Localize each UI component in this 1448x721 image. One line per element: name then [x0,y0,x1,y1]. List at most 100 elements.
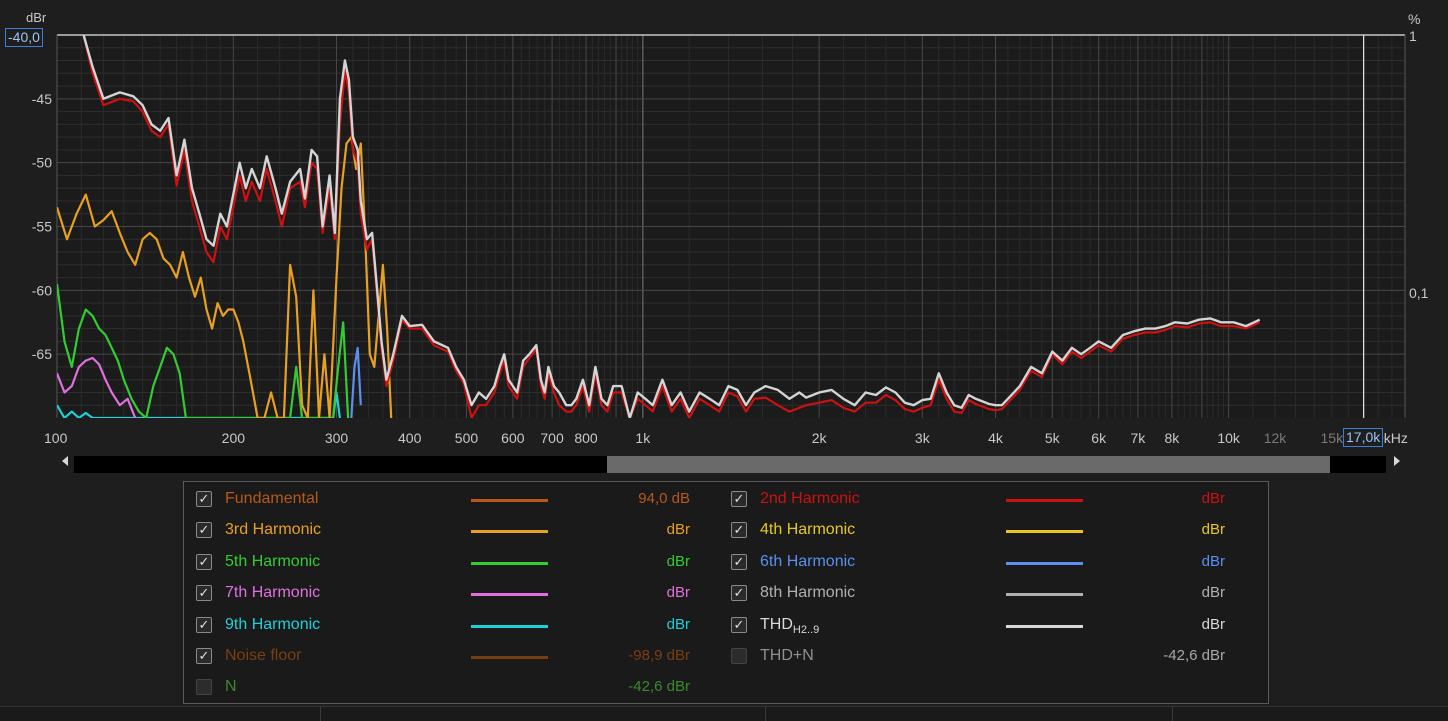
legend-value: -42,6 dBr [628,678,690,695]
y-max-value-box[interactable]: -40,0 [5,28,43,47]
legend-label: Noise floor [225,647,302,664]
legend-checkbox[interactable]: ✓ [196,679,212,695]
legend-checkbox[interactable]: ✓ [196,648,212,664]
x-tick-label: 500 [455,430,479,446]
legend-label: THD+N [760,647,814,664]
legend-checkbox[interactable]: ✓ [196,522,212,538]
legend-line-swatch [471,625,548,628]
legend-value: dBr [1201,553,1225,570]
x-tick-label: 300 [325,430,349,446]
legend-item: ✓ 6th Harmonic dBr [719,550,1259,572]
legend-value: dBr [666,521,690,538]
legend-line-swatch [471,530,548,533]
legend-label: Fundamental [225,490,319,507]
legend-value: dBr [1201,584,1225,601]
x-tick-label: 100 [44,430,68,446]
legend-label: 3rd Harmonic [225,521,322,538]
legend-item: ✓ Fundamental 94,0 dB [184,487,724,509]
y2-tick-label: 1 [1409,28,1417,44]
legend-item: ✓ 9th Harmonic dBr [184,613,724,635]
legend-value: 94,0 dB [638,490,690,507]
legend-label: 5th Harmonic [225,553,321,570]
legend-line-swatch [1006,499,1083,502]
legend-value: -98,9 dBr [628,647,690,664]
legend-panel: ✓ Fundamental 94,0 dB ✓ 2nd Harmonic dBr ✓ 3rd … [183,481,1269,704]
x-tick-label: 200 [222,430,246,446]
legend-line-swatch [1006,625,1083,628]
legend-item: ✓ THDH2..9 dBr [719,613,1259,637]
x-tick-label: 15k [1321,430,1345,446]
y2-tick-label: 0,1 [1409,285,1429,301]
legend-label: 6th Harmonic [760,553,856,570]
status-separator [765,707,766,721]
legend-line-swatch [471,656,548,659]
x-tick-label: 600 [501,430,525,446]
legend-item: ✓ 2nd Harmonic dBr [719,487,1259,509]
legend-checkbox[interactable]: ✓ [731,585,747,601]
legend-checkbox[interactable]: ✓ [196,554,212,570]
legend-value: dBr [1201,616,1225,633]
horizontal-scrollbar[interactable] [74,456,1386,473]
x-tick-label: 2k [812,430,828,446]
y2-axis-label: % [1408,11,1420,27]
legend-line-swatch [471,562,548,565]
legend-line-swatch [1006,593,1083,596]
y-tick-label: -45 [32,91,52,107]
y-tick-label: -65 [32,346,52,362]
status-separator [1172,707,1173,721]
legend-value: dBr [666,553,690,570]
status-bar [0,706,1448,721]
thd-chart[interactable]: -45 -50 -55 -60 -65 dBr %1 0,1 100 200 300 400 500 60… [0,0,1448,480]
scrollbar-thumb[interactable] [607,456,1330,473]
y-tick-label: -50 [32,155,52,171]
scroll-left-arrow-icon[interactable] [62,456,68,466]
legend-value: dBr [666,584,690,601]
legend-value: dBr [1201,490,1225,507]
legend-item: ✓ 5th Harmonic dBr [184,550,724,572]
legend-label: 7th Harmonic [225,584,321,601]
legend-checkbox[interactable]: ✓ [731,648,747,664]
legend-checkbox[interactable]: ✓ [196,617,212,633]
x-cursor-value-box[interactable]: 17,0k [1343,428,1384,447]
legend-checkbox[interactable]: ✓ [196,585,212,601]
legend-label-subscript: H2..9 [792,624,820,637]
y-tick-label: -60 [32,282,52,298]
scroll-right-arrow-icon[interactable] [1394,456,1400,466]
legend-checkbox[interactable]: ✓ [196,491,212,507]
legend-line-swatch [471,499,548,502]
x-tick-label: 5k [1045,430,1061,446]
legend-item: ✓ THD+N -42,6 dBr [719,644,1259,666]
x-tick-label: 400 [398,430,422,446]
legend-item: ✓ 4th Harmonic dBr [719,518,1259,540]
x-tick-label: 3k [915,430,931,446]
legend-value: -42,6 dBr [1163,647,1225,664]
y-axis-ticks: -45 -50 -55 -60 -65 [32,91,52,362]
legend-value: dBr [1201,521,1225,538]
legend-item: ✓ Noise floor -98,9 dBr [184,644,724,666]
x-tick-label: 800 [574,430,598,446]
x-axis-ticks: 100 200 300 400 500 600 700 800 1k 2k 3k 4k 5k 6k 7k 8k… [44,430,1408,446]
x-tick-label: 7k [1131,430,1147,446]
legend-checkbox[interactable]: ✓ [731,554,747,570]
legend-label: 4th Harmonic [760,521,856,538]
x-tick-label: 12k [1264,430,1288,446]
legend-label: N [225,678,237,695]
legend-checkbox[interactable]: ✓ [731,491,747,507]
legend-label: 2nd Harmonic [760,490,860,507]
legend-item: ✓ 8th Harmonic dBr [719,581,1259,603]
x-tick-label: 1k [635,430,651,446]
legend-checkbox[interactable]: ✓ [731,522,747,538]
legend-value: dBr [666,616,690,633]
x-tick-label: 10k [1217,430,1241,446]
legend-line-swatch [1006,530,1083,533]
y-tick-label: -55 [32,219,52,235]
legend-line-swatch [471,593,548,596]
legend-label: 8th Harmonic [760,584,856,601]
legend-item: ✓ N -42,6 dBr [184,675,724,697]
x-tick-label: 8k [1164,430,1180,446]
x-tick-label: 700 [540,430,564,446]
legend-label: THDH2..9 [760,616,820,637]
status-separator [320,707,321,721]
x-tick-label: 6k [1091,430,1107,446]
legend-checkbox[interactable]: ✓ [731,617,747,633]
